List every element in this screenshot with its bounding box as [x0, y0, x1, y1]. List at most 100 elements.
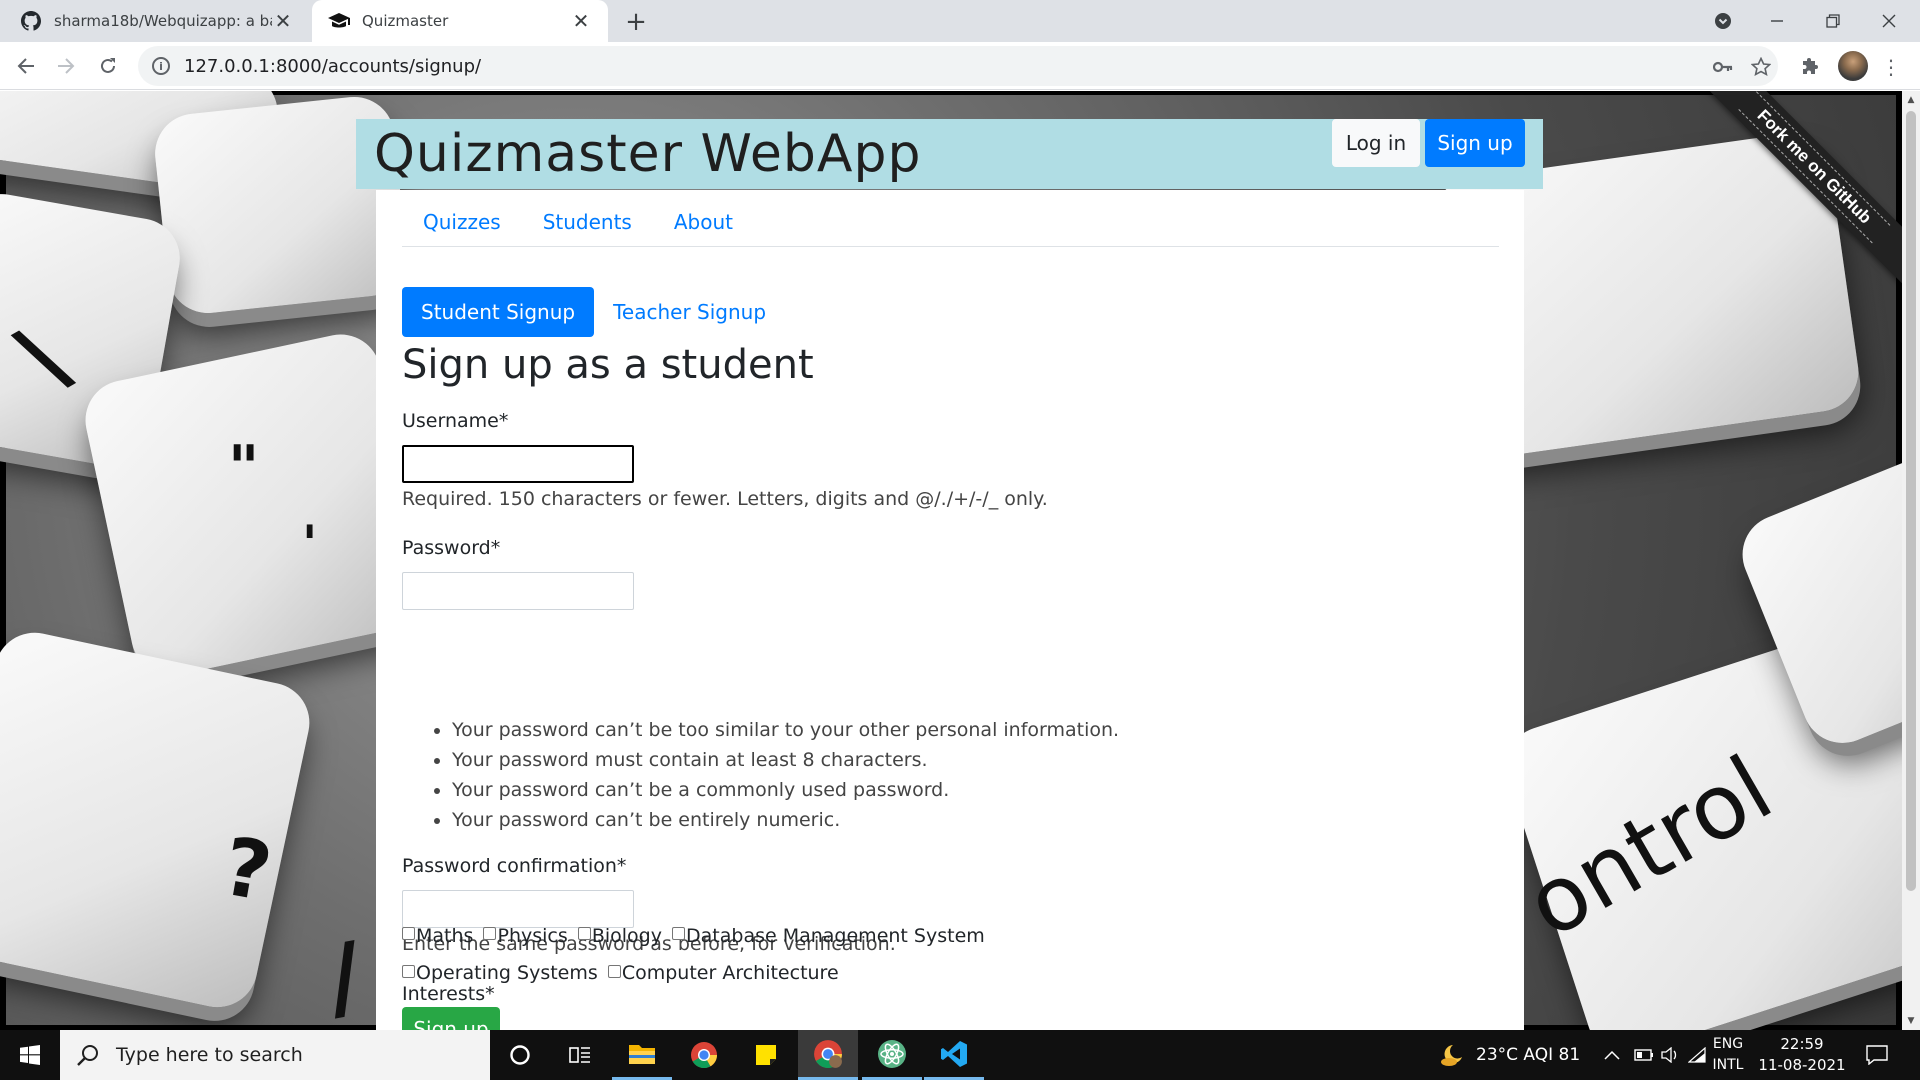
volume-icon[interactable] [1660, 1030, 1680, 1080]
nav-quizzes[interactable]: Quizzes [402, 210, 522, 234]
brand-title[interactable]: Quizmaster WebApp [374, 124, 922, 184]
page-viewport: \ " ' ? / ontrol Fork me on GitHub Quizm… [0, 91, 1902, 1030]
scroll-down-icon[interactable]: ▼ [1906, 1016, 1916, 1026]
windows-start-icon[interactable] [0, 1030, 60, 1080]
tab-teacher-signup[interactable]: Teacher Signup [594, 287, 785, 337]
nav-about[interactable]: About [653, 210, 754, 234]
url-text: 127.0.0.1:8000/accounts/signup/ [184, 55, 482, 77]
checkbox-label: Physics [497, 924, 568, 947]
checkbox[interactable] [577, 927, 591, 940]
interest-computer-architecture[interactable]: Computer Architecture [607, 962, 839, 984]
wifi-icon[interactable] [1688, 1030, 1706, 1080]
interest-maths[interactable]: Maths [402, 925, 473, 947]
password-confirm-label: Password confirmation* [402, 855, 627, 877]
clock-date: 11-08-2021 [1758, 1056, 1846, 1074]
browser-tab-strip: sharma18b/Webquizapp: a basic ✕ Quizmast… [0, 0, 1920, 42]
interest-biology[interactable]: Biology [577, 924, 662, 947]
checkbox[interactable] [607, 964, 621, 978]
list-item: Your password must contain at least 8 ch… [452, 745, 1119, 775]
interests-checkbox-group: Maths Physics Biology Database Managemen… [402, 923, 989, 984]
checkbox-label: Maths [416, 924, 474, 947]
restore-icon[interactable] [1816, 6, 1850, 36]
password-rules-list: Your password can’t be too similar to yo… [452, 715, 1119, 835]
checkbox[interactable] [672, 927, 686, 940]
checkbox-label: Biology [591, 924, 662, 947]
github-icon [20, 10, 42, 32]
taskbar-search[interactable]: Type here to search [60, 1030, 490, 1080]
forward-icon[interactable] [50, 50, 82, 82]
bookmark-star-icon[interactable] [1748, 54, 1774, 80]
site-header: Quizmaster WebApp Log in Sign up [356, 119, 1543, 189]
file-explorer-icon[interactable] [612, 1030, 672, 1080]
tab-student-signup[interactable]: Student Signup [402, 287, 595, 337]
main-nav: Quizzes Students About [402, 190, 1499, 247]
list-item: Your password can’t be entirely numeric. [452, 805, 1119, 835]
signup-type-tabs: Student Signup Teacher Signup [402, 287, 785, 337]
graduation-cap-icon [328, 10, 350, 32]
interest-dbms[interactable]: Database Management System [672, 925, 985, 947]
key-icon[interactable] [1710, 54, 1736, 80]
checkbox-label: Operating Systems [416, 962, 598, 984]
browser-menu-icon[interactable]: ⋮ [1881, 54, 1901, 80]
checkbox[interactable] [483, 927, 497, 940]
password-input[interactable] [402, 572, 634, 610]
extensions-icon[interactable] [1798, 54, 1824, 80]
close-icon[interactable]: ✕ [570, 9, 592, 33]
username-help: Required. 150 characters or fewer. Lette… [402, 488, 1048, 510]
checkbox-label: Database Management System [686, 924, 985, 947]
scrollbar-thumb[interactable] [1906, 111, 1916, 891]
tab-search-icon[interactable] [1706, 6, 1740, 36]
new-tab-icon[interactable]: + [622, 7, 650, 37]
task-view-icon[interactable] [550, 1030, 610, 1080]
tab-github[interactable]: sharma18b/Webquizapp: a basic ✕ [4, 0, 310, 42]
chrome-icon[interactable] [674, 1030, 734, 1080]
clock-time: 22:59 [1780, 1035, 1824, 1053]
page-scrollbar[interactable]: ▲ ▼ [1902, 91, 1920, 1030]
notifications-icon[interactable] [1866, 1030, 1888, 1080]
interests-label: Interests* [402, 983, 495, 1005]
close-window-icon[interactable] [1872, 6, 1906, 36]
password-label: Password* [402, 537, 501, 559]
scroll-up-icon[interactable]: ▲ [1906, 95, 1916, 105]
login-button[interactable]: Log in [1332, 119, 1420, 167]
input-language[interactable]: ENG INTL [1708, 1034, 1748, 1076]
interest-operating-systems[interactable]: Operating Systems [402, 962, 598, 984]
page-title: Sign up as a student [402, 342, 814, 388]
submit-signup-button[interactable]: Sign up [402, 1007, 500, 1030]
back-icon[interactable] [10, 50, 42, 82]
tab-quizmaster[interactable]: Quizmaster ✕ [312, 0, 608, 42]
username-input[interactable] [402, 445, 634, 483]
sticky-notes-icon[interactable] [736, 1030, 796, 1080]
atom-editor-icon[interactable] [862, 1030, 922, 1080]
vscode-icon[interactable] [924, 1030, 984, 1080]
content-card: Quizzes Students About Student Signup Te… [376, 190, 1524, 1030]
tab-title: Quizmaster [362, 12, 449, 30]
search-placeholder: Type here to search [116, 1044, 303, 1066]
list-item: Your password can’t be too similar to yo… [452, 715, 1119, 745]
nav-students[interactable]: Students [522, 210, 653, 234]
profile-avatar[interactable] [1838, 51, 1868, 81]
moon-cloud-icon [1441, 1045, 1462, 1066]
tab-title: sharma18b/Webquizapp: a basic [54, 12, 272, 30]
site-info-icon[interactable]: i [152, 57, 170, 75]
reload-icon[interactable] [92, 50, 124, 82]
minimize-icon[interactable] [1760, 6, 1794, 36]
checkbox[interactable] [402, 927, 415, 940]
search-icon [77, 1045, 98, 1066]
show-hidden-icons[interactable] [1604, 1030, 1620, 1080]
checkbox[interactable] [402, 964, 415, 978]
chrome-profile-icon[interactable] [798, 1030, 858, 1080]
cortana-icon[interactable] [490, 1030, 550, 1080]
close-icon[interactable]: ✕ [272, 9, 294, 33]
battery-icon[interactable] [1632, 1030, 1654, 1080]
lang-code: ENG [1712, 1036, 1744, 1052]
system-clock[interactable]: 22:59 11-08-2021 [1752, 1034, 1852, 1076]
list-item: Your password can’t be a commonly used p… [452, 775, 1119, 805]
browser-toolbar: i 127.0.0.1:8000/accounts/signup/ ⋮ [0, 42, 1920, 90]
weather-widget[interactable]: 23°C AQI 81 [1440, 1030, 1580, 1080]
checkbox-label: Computer Architecture [621, 962, 839, 984]
username-label: Username* [402, 410, 509, 432]
address-bar[interactable]: i 127.0.0.1:8000/accounts/signup/ [138, 46, 1778, 86]
signup-button[interactable]: Sign up [1425, 119, 1525, 167]
interest-physics[interactable]: Physics [483, 924, 568, 947]
